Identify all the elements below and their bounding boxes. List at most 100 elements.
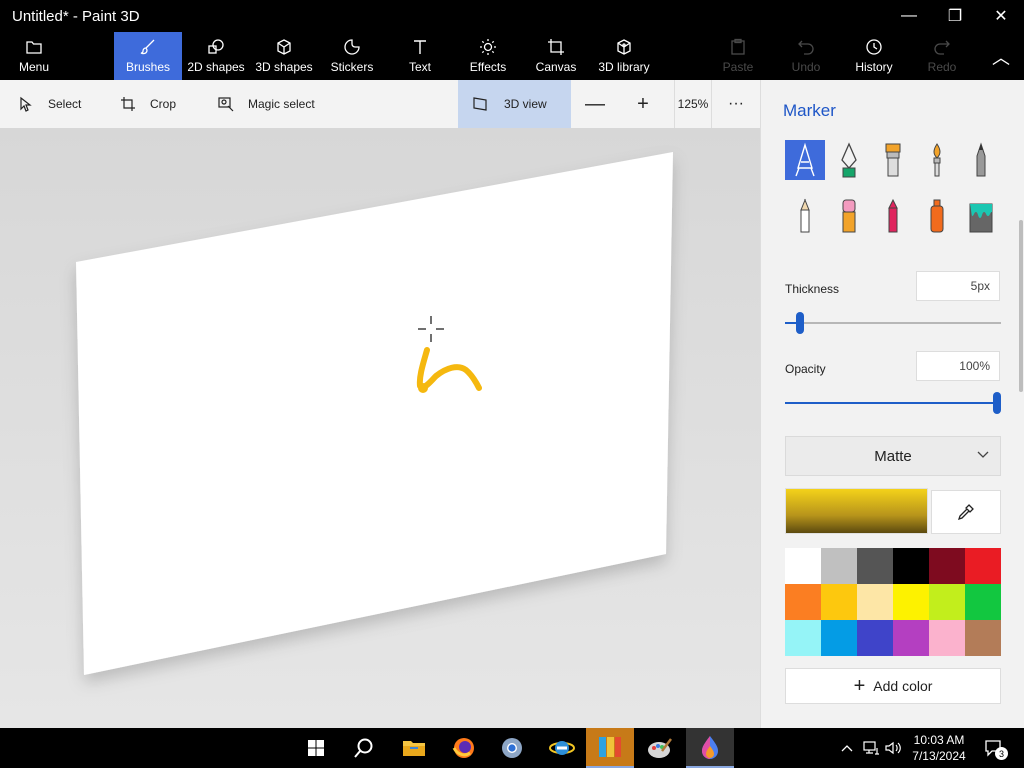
volume-button[interactable] (882, 728, 904, 768)
color-swatch[interactable] (821, 620, 857, 656)
opacity-input[interactable]: 100% (916, 351, 1000, 381)
brush-calligraphy-pen[interactable] (829, 140, 869, 180)
drawing-canvas[interactable] (76, 152, 673, 675)
3d-view-toggle[interactable]: 3D view (458, 80, 571, 128)
brush-spray-can[interactable] (917, 196, 957, 236)
color-swatch[interactable] (965, 584, 1001, 620)
color-swatch[interactable] (929, 620, 965, 656)
undo-button[interactable]: Undo (784, 32, 828, 80)
clock-date: 7/13/2024 (912, 749, 966, 763)
thickness-slider-fill (785, 322, 796, 324)
color-swatch[interactable] (857, 548, 893, 584)
finish-dropdown[interactable]: Matte (785, 436, 1001, 476)
brush-oil[interactable] (873, 140, 913, 180)
search-icon (354, 738, 373, 758)
select-tool[interactable]: Select (18, 80, 81, 128)
paste-label: Paste (722, 60, 754, 74)
color-swatch[interactable] (785, 584, 821, 620)
tool-bar: Select Crop Magic select 3D view — + 125… (0, 80, 760, 128)
color-swatch[interactable] (929, 584, 965, 620)
tab-3d-library[interactable]: 3D library (594, 32, 654, 80)
more-options-button[interactable]: ··· (714, 80, 758, 128)
close-button[interactable]: ✕ (978, 0, 1024, 32)
color-swatch[interactable] (965, 620, 1001, 656)
panel-scrollbar[interactable] (1019, 220, 1023, 392)
color-swatch[interactable] (893, 548, 929, 584)
color-swatch[interactable] (785, 548, 821, 584)
thickness-slider-thumb[interactable] (795, 312, 804, 334)
thickness-slider-track[interactable] (785, 322, 1001, 324)
brush-watercolor[interactable] (917, 140, 957, 180)
brush-marker[interactable] (785, 140, 825, 180)
start-button[interactable] (292, 728, 340, 768)
3d-view-label: 3D view (504, 97, 547, 111)
paint-3d-button[interactable] (686, 728, 734, 768)
current-color-swatch[interactable] (785, 488, 928, 534)
file-explorer-button[interactable] (390, 728, 438, 768)
crayon-icon (888, 198, 898, 233)
menu-label: Menu (18, 60, 50, 74)
menu-button[interactable]: Menu (0, 32, 68, 80)
magic-select-icon (218, 97, 234, 112)
color-swatch[interactable] (785, 620, 821, 656)
paste-button[interactable]: Paste (716, 32, 760, 80)
chrome-button[interactable] (488, 728, 536, 768)
tab-text[interactable]: Text (398, 32, 442, 80)
show-hidden-icons-button[interactable] (836, 728, 858, 768)
notifications-button[interactable]: 3 (978, 728, 1010, 768)
color-swatch[interactable] (965, 548, 1001, 584)
search-button[interactable] (340, 728, 388, 768)
restore-button[interactable]: ❐ (932, 0, 978, 32)
library-cube-icon (617, 39, 631, 55)
minimize-button[interactable]: — (886, 0, 932, 32)
zoom-in-button[interactable]: + (620, 80, 666, 128)
clock[interactable]: 10:03 AM 7/13/2024 (906, 732, 972, 764)
brush-fill[interactable] (961, 196, 1001, 236)
redo-button[interactable]: Redo (920, 32, 964, 80)
cursor-arrow-icon (20, 96, 32, 112)
tab-3d-shapes[interactable]: 3D shapes (252, 32, 316, 80)
app-running-1-button[interactable] (586, 728, 634, 768)
eyedropper-button[interactable] (931, 490, 1001, 534)
tab-3d-library-label: 3D library (598, 60, 650, 74)
history-button[interactable]: History (850, 32, 898, 80)
ie-button[interactable] (538, 728, 586, 768)
brush-eraser[interactable] (829, 196, 869, 236)
opacity-slider-thumb[interactable] (993, 392, 1001, 414)
workspace[interactable] (0, 128, 760, 728)
color-swatch[interactable] (821, 548, 857, 584)
brush-pencil[interactable] (785, 196, 825, 236)
magic-select-tool[interactable]: Magic select (218, 80, 315, 128)
brush-panel: Marker Thickness 5px Opacity 100% Matte (760, 80, 1024, 728)
paint-button[interactable] (636, 728, 684, 768)
color-swatch[interactable] (821, 584, 857, 620)
zoom-out-button[interactable]: — (572, 80, 618, 128)
color-swatch[interactable] (929, 548, 965, 584)
canvas-view[interactable] (0, 128, 760, 728)
cube-icon (277, 39, 291, 55)
spray-can-icon (930, 199, 944, 233)
tab-stickers[interactable]: Stickers (324, 32, 380, 80)
crop-tool[interactable]: Crop (120, 80, 176, 128)
color-swatch[interactable] (893, 584, 929, 620)
color-swatch[interactable] (893, 620, 929, 656)
brush-crayon[interactable] (873, 196, 913, 236)
color-swatch[interactable] (857, 620, 893, 656)
thickness-input[interactable]: 5px (916, 271, 1000, 301)
shapes-2d-icon (208, 39, 224, 54)
tab-canvas[interactable]: Canvas (532, 32, 580, 80)
tab-2d-shapes[interactable]: 2D shapes (184, 32, 248, 80)
network-button[interactable] (860, 728, 882, 768)
color-swatch[interactable] (857, 584, 893, 620)
collapse-ribbon-button[interactable]: ︿ (978, 32, 1024, 80)
tab-brushes[interactable]: Brushes (114, 32, 182, 80)
clipboard-icon (731, 38, 745, 55)
tab-effects[interactable]: Effects (466, 32, 510, 80)
add-color-label: Add color (873, 678, 933, 694)
watercolor-brush-icon (933, 143, 941, 177)
windows-logo-icon (308, 740, 324, 756)
brush-pixel-pen[interactable] (961, 140, 1001, 180)
zoom-level[interactable]: 125% (674, 80, 712, 128)
firefox-button[interactable] (440, 728, 488, 768)
add-color-button[interactable]: + Add color (785, 668, 1001, 704)
